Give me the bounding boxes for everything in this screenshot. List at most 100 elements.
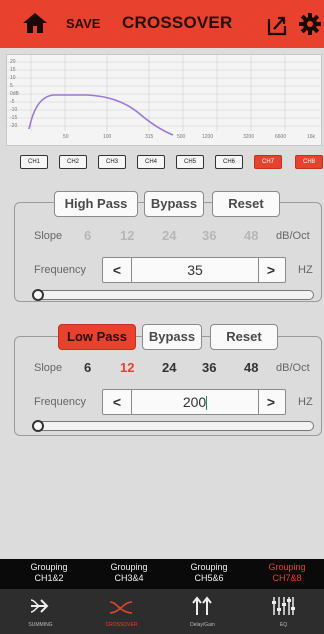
home-icon[interactable] [22,12,48,34]
hp-slope-24[interactable]: 24 [162,228,176,243]
nav-label: CROSSOVER [105,622,138,628]
grouping-ch5-6[interactable]: Grouping CH5&6 [170,562,248,584]
lp-slope-12[interactable]: 12 [120,360,134,375]
lp-frequency-control: < 200 > [102,389,286,415]
header-bar: SAVE CROSSOVER [0,0,324,48]
slope-unit: dB/Oct [276,362,310,374]
nav-eq[interactable]: EQ [243,589,324,634]
low-pass-bypass-button[interactable]: Bypass [142,324,202,350]
frequency-label: Frequency [34,264,86,276]
lp-slope-24[interactable]: 24 [162,360,176,375]
low-pass-button[interactable]: Low Pass [58,324,136,350]
grouping-channels: CH7&8 [272,573,302,583]
y-tick-label: -20 [10,123,18,129]
page-title: CROSSOVER [122,13,233,32]
high-pass-button[interactable]: High Pass [54,191,138,217]
response-curve [28,94,174,136]
crossover-icon [109,601,133,614]
grouping-label: Grouping [30,562,68,572]
y-tick-label: -5 [10,99,15,105]
grouping-label: Grouping [110,562,148,572]
hp-slope-36[interactable]: 36 [202,228,216,243]
grouping-bar: Grouping CH1&2 Grouping CH3&4 Grouping C… [0,559,324,589]
y-tick-label: 15 [10,67,16,73]
slope-label: Slope [34,362,63,374]
lp-frequency-slider[interactable] [32,420,314,432]
channel-button-ch3[interactable]: CH3 [98,155,126,169]
low-pass-reset-button[interactable]: Reset [210,324,278,350]
hp-slope-6[interactable]: 6 [84,228,91,243]
grouping-label: Grouping [268,562,306,572]
grouping-channels: CH3&4 [114,573,144,583]
summing-icon [30,599,49,613]
gear-icon[interactable] [298,12,322,36]
slope-label: Slope [34,230,63,242]
hp-slope-12[interactable]: 12 [120,228,134,243]
channel-selector: CH1 CH2 CH3 CH4 CH5 CH6 CH7 CH8 [14,155,324,169]
lp-frequency-input[interactable]: 200 [131,390,259,414]
x-tick-label: 315 [145,134,154,140]
nav-crossover[interactable]: CROSSOVER [81,589,162,634]
lp-slider-knob[interactable] [32,420,44,432]
channel-button-ch2[interactable]: CH2 [59,155,87,169]
lp-slope-48[interactable]: 48 [244,360,258,375]
hp-frequency-decrease-button[interactable]: < [105,258,129,282]
export-icon[interactable] [266,14,288,36]
grouping-ch7-8[interactable]: Grouping CH7&8 [248,562,324,584]
x-tick-label: 50 [63,134,69,140]
y-tick-label: 0dB [10,91,19,97]
grouping-label: Grouping [190,562,228,572]
slope-unit: dB/Oct [276,230,310,242]
grouping-channels: CH1&2 [34,573,64,583]
high-pass-panel [14,202,322,302]
delay-gain-icon [192,596,212,615]
hp-frequency-input[interactable]: 35 [131,258,259,282]
channel-button-ch5[interactable]: CH5 [176,155,204,169]
nav-delay-gain[interactable]: Delay/Gain [162,589,243,634]
channel-button-ch6[interactable]: CH6 [215,155,243,169]
hp-frequency-increase-button[interactable]: > [259,258,283,282]
lp-frequency-increase-button[interactable]: > [259,390,283,414]
text-cursor [206,396,208,411]
nav-summing[interactable]: SUMMING [0,589,81,634]
x-tick-label: 6600 [275,134,287,140]
channel-button-ch4[interactable]: CH4 [137,155,165,169]
y-tick-label: 10 [10,75,16,81]
lp-frequency-decrease-button[interactable]: < [105,390,129,414]
channel-button-ch8[interactable]: CH8 [295,155,323,169]
eq-icon [272,597,295,615]
y-tick-label: 20 [10,59,16,65]
save-button[interactable]: SAVE [66,16,100,31]
grouping-ch1-2[interactable]: Grouping CH1&2 [10,562,88,584]
lp-slope-36[interactable]: 36 [202,360,216,375]
nav-label: EQ [279,622,288,628]
grouping-channels: CH5&6 [194,573,224,583]
x-tick-label: 3200 [243,134,255,140]
x-tick-label: 100 [103,134,112,140]
x-tick-label: 1200 [202,134,214,140]
hp-slope-48[interactable]: 48 [244,228,258,243]
high-pass-reset-button[interactable]: Reset [212,191,280,217]
x-tick-label: 500 [177,134,186,140]
response-grid [7,55,321,136]
hp-frequency-slider[interactable] [32,289,314,301]
hp-frequency-control: < 35 > [102,257,286,283]
y-tick-label: -10 [10,107,18,113]
frequency-unit: HZ [298,264,313,276]
lp-slope-6[interactable]: 6 [84,360,91,375]
frequency-unit: HZ [298,396,313,408]
bottom-navigation: SUMMING CROSSOVER Delay/Gain EQ [0,589,324,634]
frequency-label: Frequency [34,396,86,408]
nav-label: Delay/Gain [190,622,215,628]
y-tick-label: -15 [10,115,18,121]
nav-label: SUMMING [28,622,53,628]
high-pass-bypass-button[interactable]: Bypass [144,191,204,217]
hp-slider-knob[interactable] [32,289,44,301]
channel-button-ch7[interactable]: CH7 [254,155,282,169]
frequency-response-graph: 20 15 10 5 0dB -5 -10 -15 -20 50 100 315… [6,54,322,146]
crossover-screen: SAVE CROSSOVER 20 15 10 5 0dB -5 -10 -15… [0,0,324,634]
grouping-ch3-4[interactable]: Grouping CH3&4 [90,562,168,584]
hp-frequency-value: 35 [187,262,203,278]
channel-button-ch1[interactable]: CH1 [20,155,48,169]
x-tick-label: 16k [307,134,316,140]
